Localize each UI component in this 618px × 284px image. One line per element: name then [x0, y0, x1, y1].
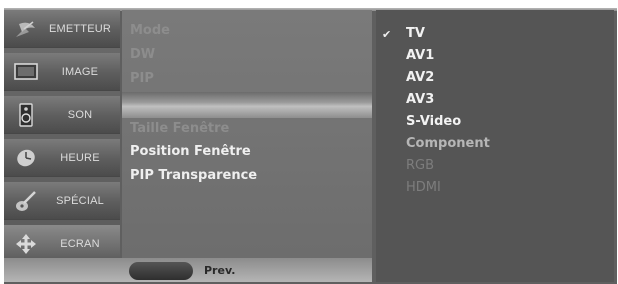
guitar-icon	[12, 188, 40, 214]
checkmark-icon: ✔	[382, 28, 392, 41]
sidebar-item-son[interactable]: SON	[4, 96, 120, 134]
option-av1[interactable]: AV1	[406, 48, 434, 63]
source-options-panel: ✔ TV AV1 AV2 AV3 S-Video Component RGB H…	[376, 10, 614, 282]
sidebar-item-label: EMETTEUR	[48, 22, 112, 35]
submenu-item-taille-fenetre[interactable]: Taille Fenêtre	[130, 121, 229, 136]
submenu-item-pip-transparence[interactable]: PIP Transparence	[130, 168, 257, 183]
submenu-item-position-fenetre[interactable]: Position Fenêtre	[130, 144, 251, 159]
submenu-item-pip[interactable]: PIP	[130, 71, 154, 86]
move-arrows-icon	[12, 231, 40, 257]
monitor-icon	[12, 59, 40, 85]
submenu-selection-bar[interactable]	[122, 92, 372, 118]
sidebar-item-label: ECRAN	[60, 237, 100, 250]
option-s-video[interactable]: S-Video	[406, 114, 461, 129]
sidebar-item-label: HEURE	[60, 151, 100, 164]
sidebar-item-image[interactable]: IMAGE	[4, 53, 120, 91]
option-component[interactable]: Component	[406, 136, 490, 151]
submenu-item-mode[interactable]: Mode	[130, 23, 170, 38]
sidebar-item-label: SON	[67, 108, 93, 121]
category-sidebar: EMETTEUR IMAGE SON HEURE SPÉCIAL ECRAN	[4, 10, 120, 273]
option-tv[interactable]: TV	[406, 26, 425, 41]
option-hdmi: HDMI	[406, 180, 441, 195]
submenu-panel: Mode DW PIP Taille Fenêtre Position Fenê…	[122, 10, 372, 273]
sidebar-item-label: IMAGE	[61, 65, 99, 78]
option-rgb: RGB	[406, 158, 435, 173]
prev-button[interactable]	[129, 262, 193, 280]
sidebar-item-special[interactable]: SPÉCIAL	[4, 182, 120, 220]
speaker-icon	[12, 102, 40, 128]
submenu-item-dw[interactable]: DW	[130, 47, 155, 62]
bottom-nav-bar: Prev.	[4, 258, 372, 282]
clock-icon	[12, 145, 40, 171]
sidebar-item-heure[interactable]: HEURE	[4, 139, 120, 177]
prev-label: Prev.	[204, 264, 236, 277]
sidebar-item-label: SPÉCIAL	[56, 194, 104, 207]
option-av2[interactable]: AV2	[406, 70, 434, 85]
option-av3[interactable]: AV3	[406, 92, 434, 107]
sidebar-item-emetteur[interactable]: EMETTEUR	[4, 10, 120, 48]
satellite-dish-icon	[12, 16, 40, 42]
